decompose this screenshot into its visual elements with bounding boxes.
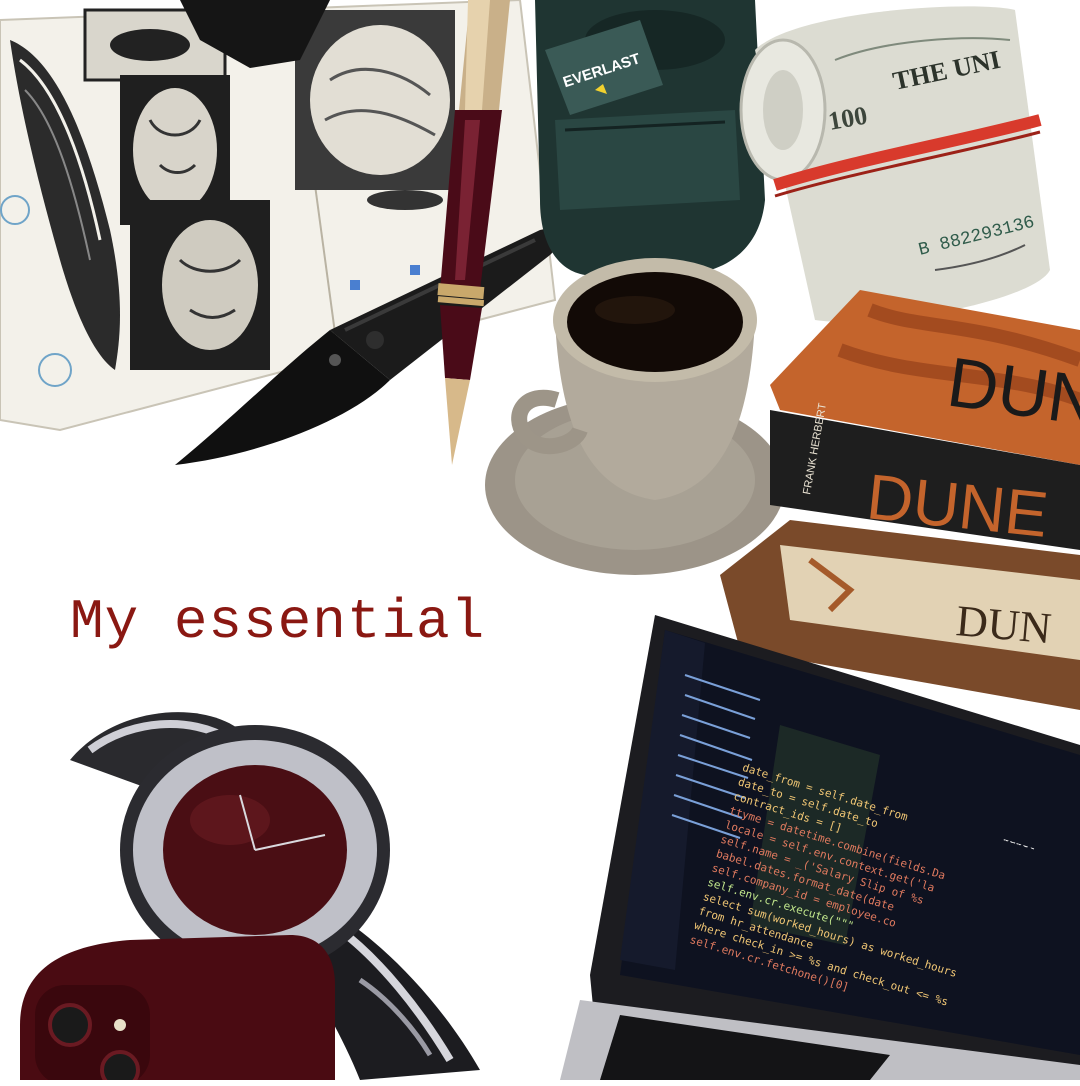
caption: My essential [70,590,486,654]
phone-icon [20,935,335,1080]
black-stone [180,0,330,70]
phone [10,925,340,1080]
glove-tag: EVERLAST [545,20,665,115]
